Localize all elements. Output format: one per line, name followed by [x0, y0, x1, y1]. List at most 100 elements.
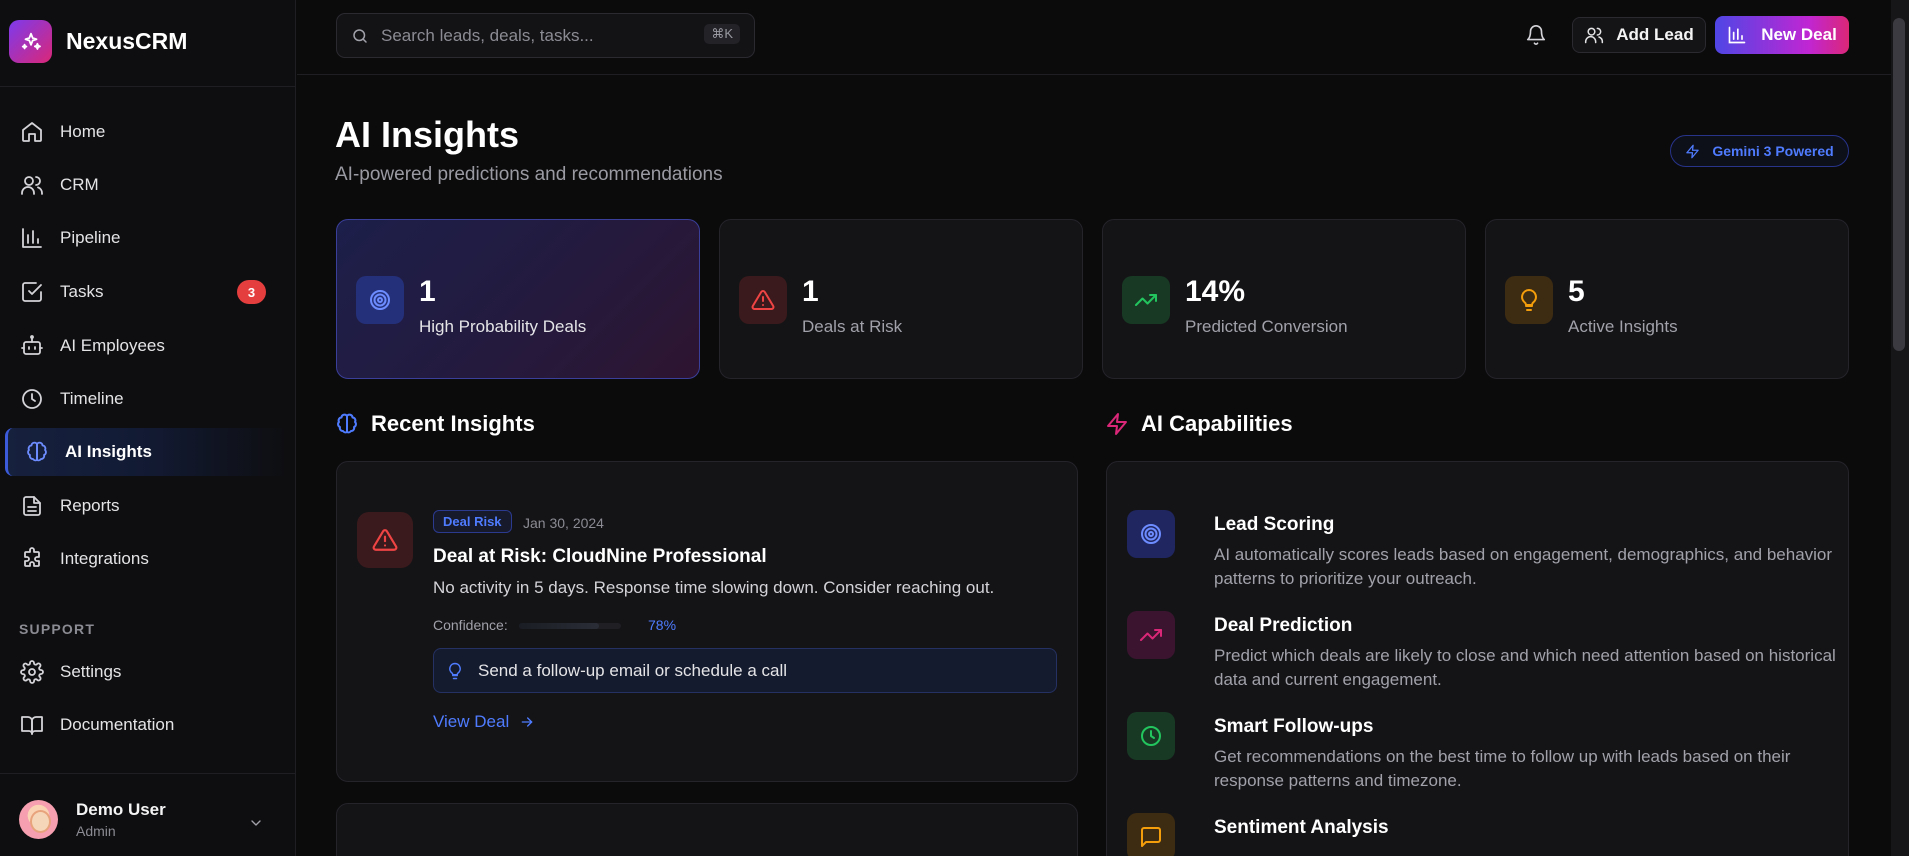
- sidebar-item-integrations[interactable]: Integrations: [5, 535, 289, 583]
- user-role: Admin: [76, 823, 116, 839]
- sidebar-item-label: AI Employees: [60, 336, 165, 355]
- file-text-icon: [23, 496, 41, 516]
- sidebar-item-settings[interactable]: Settings: [5, 648, 289, 696]
- chevron-down-icon[interactable]: [248, 815, 264, 831]
- sparkles-icon: [9, 20, 52, 63]
- zap-icon: [1686, 144, 1700, 158]
- view-deal-link[interactable]: View Deal: [433, 712, 535, 732]
- zap-icon: [1107, 413, 1127, 435]
- search-icon: [353, 28, 367, 43]
- stat-card-predicted-conversion: 14% Predicted Conversion: [1102, 219, 1466, 379]
- gemini-badge-label: Gemini 3 Powered: [1712, 143, 1834, 159]
- message-square-icon: [1127, 813, 1175, 856]
- tasks-count-badge: 3: [237, 280, 266, 304]
- stat-value: 1: [802, 275, 819, 308]
- stat-label: Deals at Risk: [802, 317, 903, 336]
- gear-icon: [20, 660, 44, 684]
- home-icon: [22, 122, 42, 142]
- bell-icon[interactable]: [1525, 24, 1547, 46]
- brain-icon: [337, 413, 357, 434]
- view-deal-label: View Deal: [433, 712, 510, 731]
- sidebar-item-label: Home: [60, 122, 106, 141]
- user-info: Demo User Admin: [76, 800, 166, 839]
- sidebar-item-tasks[interactable]: Tasks 3: [5, 268, 289, 316]
- sidebar-item-label: Pipeline: [60, 228, 121, 247]
- app-root: NexusCRM Home CRM Pipeline Tasks 3 AI Em…: [0, 0, 1909, 856]
- sidebar-item-label: Reports: [60, 496, 120, 515]
- user-menu[interactable]: Demo User Admin: [19, 800, 166, 839]
- add-lead-label: Add Lead: [1616, 25, 1694, 44]
- sidebar-item-label: Settings: [60, 662, 122, 681]
- insight-card: Deal Risk Jan 30, 2024 Deal at Risk: Clo…: [336, 461, 1078, 782]
- puzzle-icon: [24, 547, 40, 567]
- sidebar-item-reports[interactable]: Reports: [5, 482, 289, 530]
- insight-type-badge: Deal Risk: [433, 510, 512, 533]
- users-icon: [21, 176, 43, 195]
- check-square-icon: [22, 282, 42, 302]
- capability-title: Smart Follow-ups: [1214, 716, 1374, 737]
- stat-label: High Probability Deals: [419, 317, 587, 336]
- user-name: Demo User: [76, 800, 166, 819]
- scrollbar-thumb[interactable]: [1893, 18, 1905, 351]
- section-title-text: AI Capabilities: [1141, 411, 1293, 436]
- bar-chart-icon: [1728, 26, 1746, 44]
- insight-date: Jan 30, 2024: [523, 515, 604, 531]
- confidence-label: Confidence:: [433, 617, 508, 633]
- sidebar-item-label: Timeline: [60, 389, 124, 408]
- confidence-bar-fill: [519, 623, 599, 629]
- sidebar-item-documentation[interactable]: Documentation: [5, 701, 289, 749]
- capabilities-card: Lead Scoring AI automatically scores lea…: [1106, 461, 1849, 856]
- bot-icon: [21, 335, 43, 355]
- sidebar-item-label: Documentation: [60, 715, 175, 734]
- confidence-value: 78%: [648, 617, 677, 633]
- brain-icon: [27, 441, 47, 462]
- section-title-text: Recent Insights: [371, 411, 535, 436]
- capability-description: Get recommendations on the best time to …: [1214, 747, 1791, 790]
- sidebar-item-crm[interactable]: CRM: [5, 161, 289, 209]
- sidebar-item-label: Tasks: [60, 282, 104, 301]
- search-shortcut-hint: ⌘K: [704, 24, 740, 44]
- recommendation-box: Send a follow-up email or schedule a cal…: [433, 648, 1057, 693]
- lightbulb-icon: [449, 662, 461, 679]
- page-subtitle: AI-powered predictions and recommendatio…: [335, 164, 723, 185]
- stat-value: 5: [1568, 275, 1585, 308]
- sidebar-item-label: Integrations: [60, 549, 149, 568]
- sidebar: NexusCRM Home CRM Pipeline Tasks 3 AI Em…: [0, 0, 296, 856]
- lightbulb-icon: [1505, 276, 1553, 324]
- alert-triangle-icon: [357, 512, 413, 568]
- stat-card-high-probability: 1 High Probability Deals: [336, 219, 700, 379]
- sidebar-item-timeline[interactable]: Timeline: [5, 375, 289, 423]
- book-icon: [21, 716, 43, 735]
- support-section-label: SUPPORT: [19, 621, 96, 637]
- brand[interactable]: NexusCRM: [9, 20, 187, 63]
- divider: [0, 86, 296, 87]
- trending-up-icon: [1127, 611, 1175, 659]
- recommendation-text: Send a follow-up email or schedule a cal…: [478, 660, 788, 680]
- stat-label: Predicted Conversion: [1185, 317, 1348, 336]
- page-title: AI Insights: [335, 114, 520, 155]
- sidebar-item-pipeline[interactable]: Pipeline: [5, 214, 289, 262]
- sidebar-item-ai-insights[interactable]: AI Insights: [5, 428, 289, 476]
- target-icon: [1127, 510, 1175, 558]
- target-icon: [356, 276, 404, 324]
- capability-title: Lead Scoring: [1214, 514, 1335, 535]
- new-deal-button[interactable]: New Deal: [1715, 16, 1849, 54]
- sidebar-item-home[interactable]: Home: [5, 108, 289, 156]
- trending-up-icon: [1122, 276, 1170, 324]
- page-scrollbar[interactable]: [1891, 0, 1909, 856]
- capability-description: Predict which deals are likely to close …: [1214, 646, 1836, 689]
- stat-value: 1: [419, 275, 436, 308]
- brand-name: NexusCRM: [66, 28, 188, 54]
- arrow-right-icon: [521, 717, 533, 727]
- insight-title: Deal at Risk: CloudNine Professional: [433, 546, 767, 567]
- recent-insights-heading: Recent Insights: [335, 411, 535, 437]
- search-box[interactable]: ⌘K: [336, 13, 755, 58]
- top-bar: ⌘K Add Lead New Deal: [297, 0, 1891, 75]
- new-deal-label: New Deal: [1761, 25, 1837, 44]
- bar-chart-icon: [22, 228, 42, 248]
- avatar: [19, 800, 58, 839]
- search-input[interactable]: [381, 25, 691, 46]
- stat-label: Active Insights: [1568, 317, 1678, 336]
- sidebar-item-ai-employees[interactable]: AI Employees: [5, 322, 289, 370]
- add-lead-button[interactable]: Add Lead: [1572, 17, 1706, 53]
